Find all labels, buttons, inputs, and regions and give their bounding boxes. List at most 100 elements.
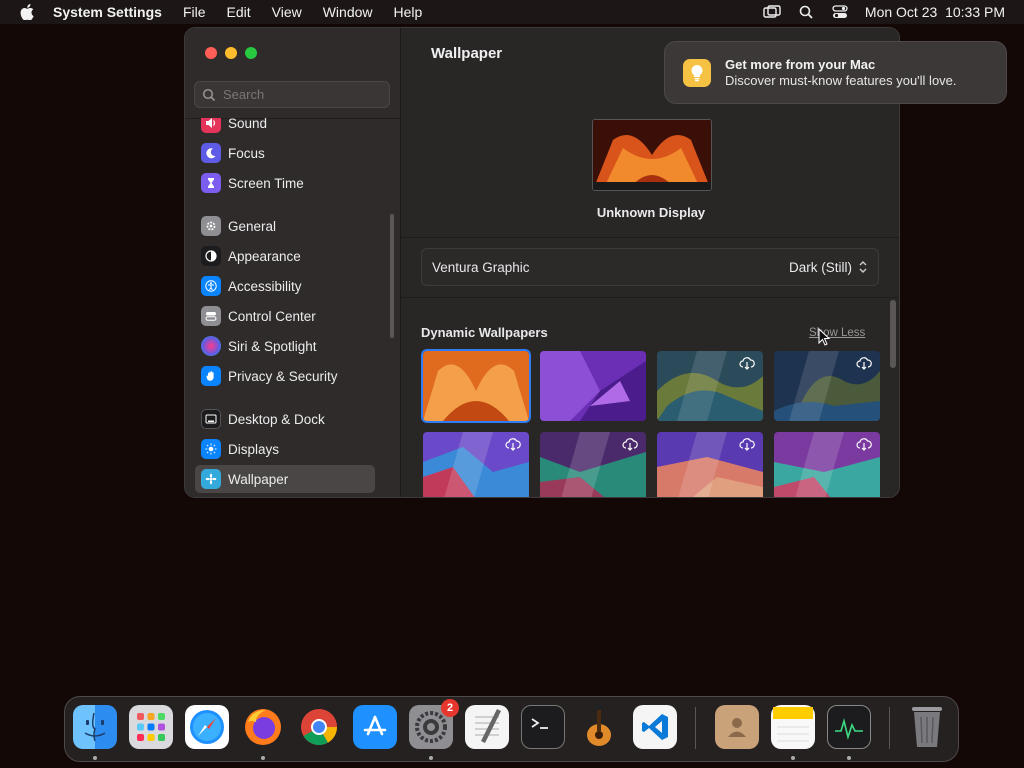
sidebar-item-general[interactable]: General xyxy=(195,212,375,240)
sidebar-item-label: Accessibility xyxy=(228,278,302,294)
cloud-download-icon[interactable] xyxy=(622,437,638,451)
main-scrollbar[interactable] xyxy=(890,300,896,368)
sidebar-item-focus[interactable]: Focus xyxy=(195,139,375,167)
sidebar-item-screen-time[interactable]: Screen Time xyxy=(195,169,375,197)
wallpaper-tile-catalina-1[interactable] xyxy=(657,351,763,421)
wallpaper-selector: Ventura Graphic Dark (Still) xyxy=(421,248,879,286)
finder-icon[interactable] xyxy=(73,705,117,749)
divider xyxy=(401,297,899,298)
notification-banner[interactable]: Get more from your Mac Discover must-kno… xyxy=(664,41,1007,104)
minimize-button[interactable] xyxy=(225,47,237,59)
wallpaper-tile-coast-4[interactable] xyxy=(774,432,880,497)
sidebar-scrollbar[interactable] xyxy=(390,214,394,338)
chrome-icon[interactable] xyxy=(297,705,341,749)
dock-separator xyxy=(695,707,696,749)
control-center-toggle-icon[interactable] xyxy=(831,4,849,20)
sidebar-item-wallpaper[interactable]: Wallpaper xyxy=(195,465,375,493)
cloud-download-icon[interactable] xyxy=(856,437,872,451)
search-field[interactable] xyxy=(194,81,390,108)
menu-edit[interactable]: Edit xyxy=(227,4,251,20)
tips-lightbulb-icon xyxy=(683,59,711,87)
desktop-icon xyxy=(201,409,221,429)
sidebar-item-control-center[interactable]: Control Center xyxy=(195,302,375,330)
sidebar-item-siri-spotlight[interactable]: Siri & Spotlight xyxy=(195,332,375,360)
zoom-button[interactable] xyxy=(245,47,257,59)
menu-file[interactable]: File xyxy=(183,4,206,20)
spotlight-search-icon[interactable] xyxy=(797,4,815,20)
sidebar-item-privacy-security[interactable]: Privacy & Security xyxy=(195,362,375,390)
safari-icon[interactable] xyxy=(185,705,229,749)
activity-monitor-icon[interactable] xyxy=(827,705,871,749)
running-indicator xyxy=(429,756,433,760)
contacts-icon[interactable] xyxy=(715,705,759,749)
sidebar: Sound Focus Screen Time General xyxy=(185,28,401,497)
search-input[interactable] xyxy=(223,87,373,102)
terminal-icon[interactable] xyxy=(521,705,565,749)
wallpaper-mode-value: Dark (Still) xyxy=(789,259,852,275)
cloud-download-icon[interactable] xyxy=(739,356,755,370)
window-controls xyxy=(205,47,257,59)
sun-icon xyxy=(201,439,221,459)
sidebar-item-label: Screen Time xyxy=(228,175,304,191)
menu-window[interactable]: Window xyxy=(323,4,373,20)
wallpaper-tile-catalina-2[interactable] xyxy=(774,351,880,421)
sidebar-item-label: Control Center xyxy=(228,308,316,324)
siri-icon xyxy=(201,336,221,356)
sidebar-item-displays[interactable]: Displays xyxy=(195,435,375,463)
sidebar-item-desktop-dock[interactable]: Desktop & Dock xyxy=(195,405,375,433)
notes-icon[interactable] xyxy=(771,705,815,749)
wallpaper-tile-ventura-purple[interactable] xyxy=(540,351,646,421)
system-settings-icon[interactable]: 2 xyxy=(409,699,459,749)
close-button[interactable] xyxy=(205,47,217,59)
vscode-icon[interactable] xyxy=(633,705,677,749)
wallpaper-icon xyxy=(201,469,221,489)
divider xyxy=(401,237,899,238)
wallpaper-tile-ventura-orange[interactable] xyxy=(423,351,529,421)
screen-mirroring-icon[interactable] xyxy=(763,4,781,20)
accessibility-icon xyxy=(201,276,221,296)
sidebar-item-label: Displays xyxy=(228,441,280,457)
app-store-icon[interactable] xyxy=(353,705,397,749)
chevron-updown-icon xyxy=(859,261,867,273)
search-icon xyxy=(202,88,216,101)
display-preview[interactable] xyxy=(592,119,712,191)
wallpaper-name: Ventura Graphic xyxy=(432,259,530,275)
wallpaper-mode-dropdown[interactable]: Dark (Still) xyxy=(789,260,868,275)
sidebar-item-appearance[interactable]: Appearance xyxy=(195,242,375,270)
section-title: Dynamic Wallpapers xyxy=(421,325,548,340)
wallpaper-tile-coast-3[interactable] xyxy=(657,432,763,497)
sidebar-item-label: General xyxy=(228,218,277,234)
textedit-icon[interactable] xyxy=(465,705,509,749)
sidebar-item-label: Wallpaper xyxy=(228,471,289,487)
menu-view[interactable]: View xyxy=(272,4,302,20)
menu-help[interactable]: Help xyxy=(394,4,423,20)
garageband-icon[interactable] xyxy=(577,705,621,749)
running-indicator xyxy=(93,756,97,760)
sidebar-item-accessibility[interactable]: Accessibility xyxy=(195,272,375,300)
sidebar-item-sound[interactable]: Sound xyxy=(195,118,375,137)
cloud-download-icon[interactable] xyxy=(856,356,872,370)
sidebar-list: Sound Focus Screen Time General Appearan… xyxy=(185,118,400,497)
trash-icon[interactable] xyxy=(905,705,949,749)
display-label: Unknown Display xyxy=(596,205,706,220)
notification-subtitle: Discover must-know features you'll love. xyxy=(725,73,957,88)
menu-app-name[interactable]: System Settings xyxy=(53,4,162,20)
gear-icon xyxy=(201,216,221,236)
cloud-download-icon[interactable] xyxy=(739,437,755,451)
running-indicator xyxy=(791,756,795,760)
appearance-icon xyxy=(201,246,221,266)
launchpad-icon[interactable] xyxy=(129,705,173,749)
firefox-icon[interactable] xyxy=(241,705,285,749)
menu-bar: System Settings File Edit View Window He… xyxy=(0,0,1024,24)
wallpaper-tile-coast-1[interactable] xyxy=(423,432,529,497)
dock: 2 xyxy=(64,696,959,762)
sidebar-item-label: Desktop & Dock xyxy=(228,411,325,427)
menu-clock[interactable]: Mon Oct 23 10:33 PM xyxy=(865,4,1005,20)
cloud-download-icon[interactable] xyxy=(505,437,521,451)
dock-separator xyxy=(889,707,890,749)
apple-menu-icon[interactable] xyxy=(18,3,36,21)
wallpaper-tile-coast-2[interactable] xyxy=(540,432,646,497)
notification-title: Get more from your Mac xyxy=(725,57,876,72)
sidebar-item-label: Sound xyxy=(228,118,268,131)
display-wallpaper-image xyxy=(593,120,711,190)
